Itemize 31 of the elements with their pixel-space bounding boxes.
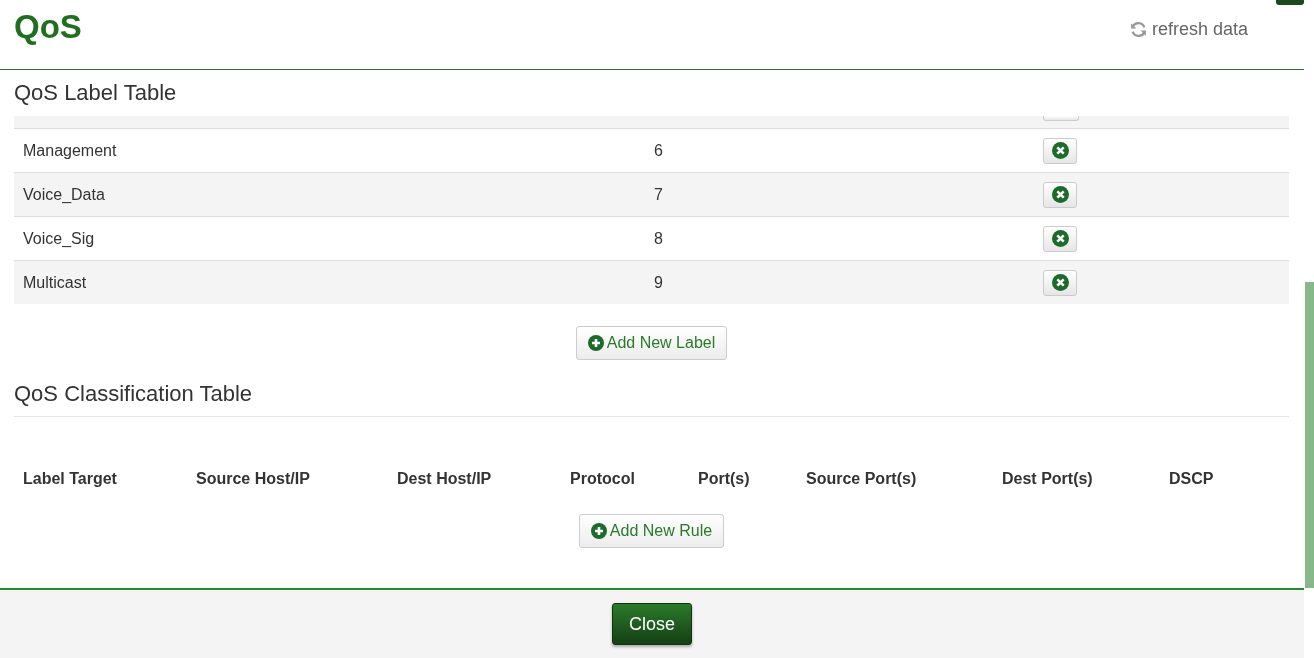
table-cell-text: Voice_Sig xyxy=(22,229,96,248)
column-header: DSCP xyxy=(1169,470,1215,488)
scrollbar-thumb[interactable] xyxy=(1305,282,1314,588)
table-cell-text: 6 xyxy=(653,141,664,160)
column-header: Protocol xyxy=(570,470,636,488)
column-header: Label Target xyxy=(23,470,118,488)
close-icon xyxy=(1051,274,1069,291)
close-button[interactable]: Close xyxy=(612,603,692,645)
add-label-button[interactable]: Add New Label xyxy=(575,326,728,360)
column-header: Source Host/IP xyxy=(196,470,311,488)
column-header: Port(s) xyxy=(698,470,751,488)
refresh-data-link[interactable]: refresh data xyxy=(1129,19,1248,40)
plus-icon xyxy=(587,335,604,351)
table-cell-text: 9 xyxy=(653,273,664,292)
section-title: QoS Classification Table xyxy=(14,372,1289,417)
section-title: QoS Label Table xyxy=(14,79,178,107)
table-cell-text: Multicast xyxy=(22,273,88,292)
close-icon xyxy=(1051,142,1069,159)
close-icon xyxy=(1051,230,1069,247)
table-cell-text: Voice_Data xyxy=(22,185,106,204)
table-cell-text: Management xyxy=(22,141,118,160)
refresh-icon xyxy=(1129,21,1147,38)
close-icon xyxy=(1051,186,1069,203)
table-cell-text: 8 xyxy=(653,229,664,248)
dialog-title: QoS xyxy=(14,8,82,46)
column-header: Dest Port(s) xyxy=(1002,470,1094,488)
add-rule-button[interactable]: Add New Rule xyxy=(578,514,725,548)
plus-icon xyxy=(590,523,607,539)
column-header: Dest Host/IP xyxy=(397,470,493,488)
table-cell-text: 7 xyxy=(653,185,664,204)
column-header: Source Port(s) xyxy=(806,470,918,488)
